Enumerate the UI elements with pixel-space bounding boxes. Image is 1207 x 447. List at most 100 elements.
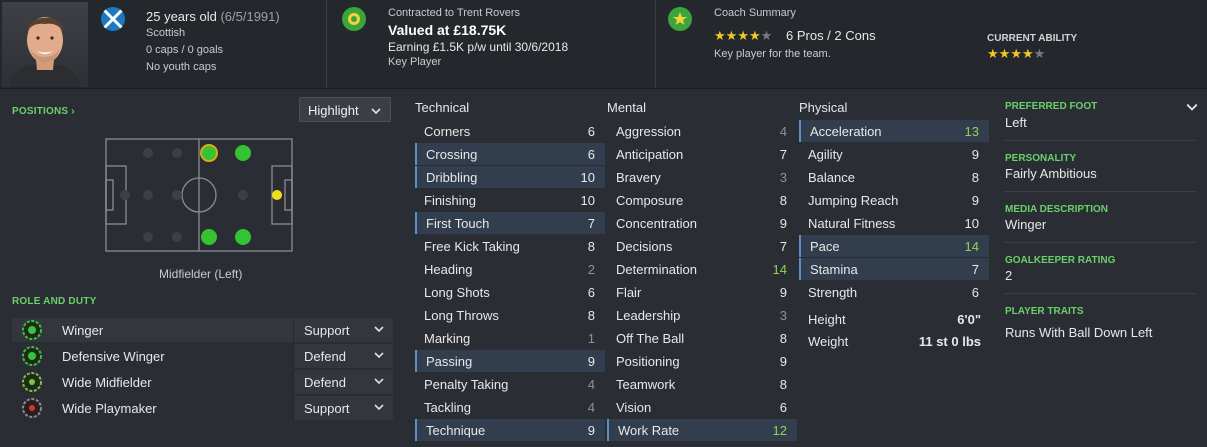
attribute-row[interactable]: Bravery 3 — [607, 166, 797, 188]
attribute-row[interactable]: Flair 9 — [607, 281, 797, 303]
attribute-row[interactable]: Long Shots 6 — [415, 281, 605, 303]
divider — [1004, 242, 1196, 243]
coach-summary-label[interactable]: Coach Summary — [714, 7, 796, 19]
position-label: Midfielder (Left) — [159, 267, 243, 281]
chevron-down-icon — [371, 108, 381, 115]
goalkeeper-rating-value: 2 — [1005, 268, 1013, 283]
attribute-row[interactable]: Dribbling 10 — [415, 166, 605, 188]
coach-rating-stars: ★★★★★ — [714, 28, 772, 44]
attribute-value: 6 — [779, 400, 787, 415]
attribute-row[interactable]: Vision 6 — [607, 396, 797, 418]
attribute-row[interactable]: Natural Fitness 10 — [799, 212, 989, 234]
attribute-name: Pace — [810, 239, 840, 254]
duty-dropdown[interactable]: Support — [293, 318, 393, 342]
youth-caps: No youth caps — [146, 61, 217, 73]
attribute-row[interactable]: Penalty Taking 4 — [415, 373, 605, 395]
attribute-name: Leadership — [616, 308, 681, 323]
personality-value: Fairly Ambitious — [1005, 166, 1097, 181]
attribute-row[interactable]: Work Rate 12 — [607, 419, 797, 441]
attribute-row[interactable]: Crossing 6 — [415, 143, 605, 165]
attribute-row[interactable]: Pace 14 — [799, 235, 989, 257]
physical-header: Physical — [799, 100, 848, 115]
role-row-wide-midfielder[interactable]: Wide Midfielder Defend — [12, 370, 393, 394]
goalkeeper-rating-title: GOALKEEPER RATING — [1005, 255, 1116, 266]
attribute-name: Stamina — [810, 262, 858, 277]
attribute-row[interactable]: Off The Ball 8 — [607, 327, 797, 349]
attribute-row[interactable]: Technique 9 — [415, 419, 605, 441]
attribute-value: 10 — [580, 193, 595, 208]
player-photo — [2, 2, 88, 87]
chevron-down-icon — [374, 352, 384, 359]
attribute-value: 6 — [971, 285, 979, 300]
positions-link[interactable]: POSITIONS › — [12, 106, 75, 117]
positions-title[interactable]: POSITIONS — [12, 106, 68, 117]
attribute-value: 4 — [587, 377, 595, 392]
attribute-name: Corners — [424, 124, 471, 139]
role-suitability-icon — [22, 320, 42, 340]
attribute-row[interactable]: Concentration 9 — [607, 212, 797, 234]
duty-dropdown[interactable]: Defend — [293, 370, 393, 394]
current-ability-label: CURRENT ABILITY — [987, 33, 1078, 44]
attribute-row[interactable]: Tackling 4 — [415, 396, 605, 418]
attribute-value: 14 — [964, 239, 979, 254]
coach-pros-cons[interactable]: 6 Pros / 2 Cons — [786, 28, 876, 43]
media-description-title: MEDIA DESCRIPTION — [1005, 204, 1108, 215]
attribute-name: Long Shots — [424, 285, 490, 300]
attribute-value: 10 — [580, 170, 595, 185]
attribute-row[interactable]: Heading 2 — [415, 258, 605, 280]
attribute-name: Finishing — [424, 193, 477, 208]
chevron-down-icon[interactable] — [1186, 101, 1198, 113]
attribute-name: Passing — [426, 354, 473, 369]
attribute-row[interactable]: Passing 9 — [415, 350, 605, 372]
attribute-row[interactable]: Balance 8 — [799, 166, 989, 188]
attribute-name: First Touch — [426, 216, 490, 231]
attribute-row[interactable]: Corners 6 — [415, 120, 605, 142]
attribute-row[interactable]: Positioning 9 — [607, 350, 797, 372]
attribute-row[interactable]: Leadership 3 — [607, 304, 797, 326]
attribute-row[interactable]: Teamwork 8 — [607, 373, 797, 395]
attribute-row[interactable]: Strength 6 — [799, 281, 989, 303]
attribute-row[interactable]: Aggression 4 — [607, 120, 797, 142]
player-value: Valued at £18.75K — [388, 22, 507, 38]
role-row-winger[interactable]: Winger Support — [12, 318, 393, 342]
contract-label[interactable]: Contracted to Trent Rovers — [388, 7, 520, 19]
role-name[interactable]: Winger — [62, 323, 103, 338]
attribute-row[interactable]: Marking 1 — [415, 327, 605, 349]
duty-dropdown[interactable]: Defend — [293, 344, 393, 368]
role-name[interactable]: Wide Midfielder — [62, 375, 152, 390]
attribute-value: 8 — [971, 170, 979, 185]
role-row-defensive-winger[interactable]: Defensive Winger Defend — [12, 344, 393, 368]
attribute-row[interactable]: First Touch 7 — [415, 212, 605, 234]
star-icon: ★ — [1010, 46, 1022, 61]
role-name[interactable]: Defensive Winger — [62, 349, 165, 364]
attribute-name: Strength — [808, 285, 858, 300]
attribute-row[interactable]: Determination 14 — [607, 258, 797, 280]
weight-row: Weight 11 st 0 lbs — [799, 330, 989, 352]
player-trait-item[interactable]: Runs With Ball Down Left — [1005, 325, 1152, 340]
star-empty-icon: ★ — [1033, 46, 1046, 61]
divider — [1004, 140, 1196, 141]
attribute-row[interactable]: Free Kick Taking 8 — [415, 235, 605, 257]
attribute-value: 3 — [779, 308, 787, 323]
attribute-row[interactable]: Decisions 7 — [607, 235, 797, 257]
attribute-row[interactable]: Stamina 7 — [799, 258, 989, 280]
attribute-value: 7 — [587, 216, 595, 231]
attribute-row[interactable]: Composure 8 — [607, 189, 797, 211]
attribute-row[interactable]: Long Throws 8 — [415, 304, 605, 326]
club-badge-icon[interactable] — [342, 7, 366, 31]
role-row-wide-playmaker[interactable]: Wide Playmaker Support — [12, 396, 393, 420]
attribute-row[interactable]: Agility 9 — [799, 143, 989, 165]
attribute-row[interactable]: Acceleration 13 — [799, 120, 989, 142]
attribute-row[interactable]: Jumping Reach 9 — [799, 189, 989, 211]
duty-dropdown[interactable]: Support — [293, 396, 393, 420]
attribute-value: 4 — [587, 400, 595, 415]
attribute-row[interactable]: Anticipation 7 — [607, 143, 797, 165]
attribute-row[interactable]: Finishing 10 — [415, 189, 605, 211]
contract-earning: Earning £1.5K p/w until 30/6/2018 — [388, 40, 569, 54]
attribute-name: Determination — [616, 262, 697, 277]
attribute-name: Flair — [616, 285, 642, 300]
attribute-name: Dribbling — [426, 170, 478, 185]
highlight-dropdown[interactable]: Highlight — [299, 97, 391, 122]
role-name[interactable]: Wide Playmaker — [62, 401, 157, 416]
role-suitability-icon — [22, 346, 42, 366]
